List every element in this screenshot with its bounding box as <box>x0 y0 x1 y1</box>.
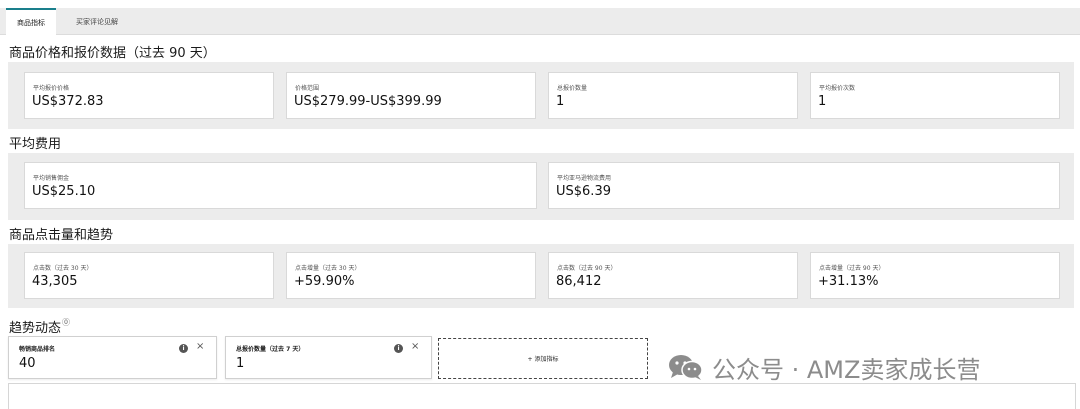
metric-label: 价格范围 <box>295 85 320 92</box>
section-title-fees: 平均费用 <box>9 137 62 152</box>
trend-value: 1 <box>236 356 245 371</box>
metric-value: US$372.83 <box>32 94 104 109</box>
metric-value: US$6.39 <box>556 184 611 199</box>
metric-value: US$25.10 <box>32 184 96 199</box>
metric-value: +31.13% <box>818 274 879 289</box>
section-title-clicks: 商品点击量和趋势 <box>9 228 114 243</box>
wechat-icon <box>668 353 704 381</box>
metric-label: 点击增量（过去 30 天） <box>295 265 361 272</box>
metric-value: 86,412 <box>556 274 602 289</box>
metric-label: 点击数（过去 90 天） <box>557 265 617 272</box>
trend-value: 40 <box>19 356 36 371</box>
metric-value: +59.90% <box>294 274 355 289</box>
metric-label: 平均报价价格 <box>33 85 70 92</box>
metric-label: 点击增量（过去 90 天） <box>819 265 885 272</box>
metric-card-click-growth-90d: 点击增量（过去 90 天） +31.13% <box>810 252 1060 299</box>
metric-value: 43,305 <box>32 274 78 289</box>
metric-label: 点击数（过去 30 天） <box>33 265 93 272</box>
tab-buyer-review-insights[interactable]: 买家评论见解 <box>58 8 136 35</box>
fees-panel: 平均销售佣金 US$25.10 平均亚马逊物流费用 US$6.39 <box>8 153 1074 220</box>
add-metric-label: + 添加指标 <box>527 356 559 363</box>
close-icon[interactable]: × <box>196 341 204 353</box>
trend-card-total-offers-7d[interactable]: 总报价数量（过去 7 天） i × 1 <box>225 336 432 379</box>
trend-card-bestseller-rank[interactable]: 畅销商品排名 i × 40 <box>8 336 217 379</box>
section-title-text: 趋势动态 <box>9 321 62 336</box>
section-title-trends: 趋势动态⓪ <box>9 317 70 336</box>
info-icon[interactable]: i <box>394 344 403 353</box>
metric-card-total-offers: 总报价数量 1 <box>548 72 798 119</box>
metric-card-click-growth-30d: 点击增量（过去 30 天） +59.90% <box>286 252 536 299</box>
tab-product-metrics[interactable]: 商品指标 <box>6 8 56 35</box>
metric-card-price-range: 价格范围 US$279.99-US$399.99 <box>286 72 536 119</box>
trend-label: 总报价数量（过去 7 天） <box>236 346 305 353</box>
metric-label: 平均报价次数 <box>819 85 856 92</box>
metric-card-avg-referral-fee: 平均销售佣金 US$25.10 <box>24 162 537 209</box>
tab-label: 买家评论见解 <box>76 17 118 26</box>
metric-label: 总报价数量 <box>557 85 588 92</box>
metric-card-avg-offer-price: 平均报价价格 US$372.83 <box>24 72 274 119</box>
help-icon[interactable]: ⓪ <box>62 318 70 327</box>
metric-value: US$279.99-US$399.99 <box>294 94 442 109</box>
metric-card-clicks-90d: 点击数（过去 90 天） 86,412 <box>548 252 798 299</box>
close-icon[interactable]: × <box>411 341 419 353</box>
metric-value: 1 <box>818 94 827 109</box>
clicks-panel: 点击数（过去 30 天） 43,305 点击增量（过去 30 天） +59.90… <box>8 244 1074 308</box>
metric-card-avg-offer-count: 平均报价次数 1 <box>810 72 1060 119</box>
section-title-price: 商品价格和报价数据（过去 90 天） <box>9 46 216 61</box>
tab-bar: 商品指标 买家评论见解 <box>0 8 1080 35</box>
metric-value: 1 <box>556 94 565 109</box>
metric-card-clicks-30d: 点击数（过去 30 天） 43,305 <box>24 252 274 299</box>
price-panel: 平均报价价格 US$372.83 价格范围 US$279.99-US$399.9… <box>8 62 1074 129</box>
info-icon[interactable]: i <box>179 344 188 353</box>
tab-label: 商品指标 <box>17 18 45 27</box>
watermark: 公众号 · AMZ卖家成长营 <box>668 350 980 384</box>
add-metric-button[interactable]: + 添加指标 <box>438 338 648 379</box>
metric-label: 平均亚马逊物流费用 <box>557 175 612 182</box>
metric-label: 平均销售佣金 <box>33 175 70 182</box>
metric-card-avg-fba-fee: 平均亚马逊物流费用 US$6.39 <box>548 162 1060 209</box>
watermark-text: 公众号 · AMZ卖家成长营 <box>712 355 981 384</box>
trend-label: 畅销商品排名 <box>19 346 56 353</box>
trend-chart-area <box>8 383 1076 409</box>
